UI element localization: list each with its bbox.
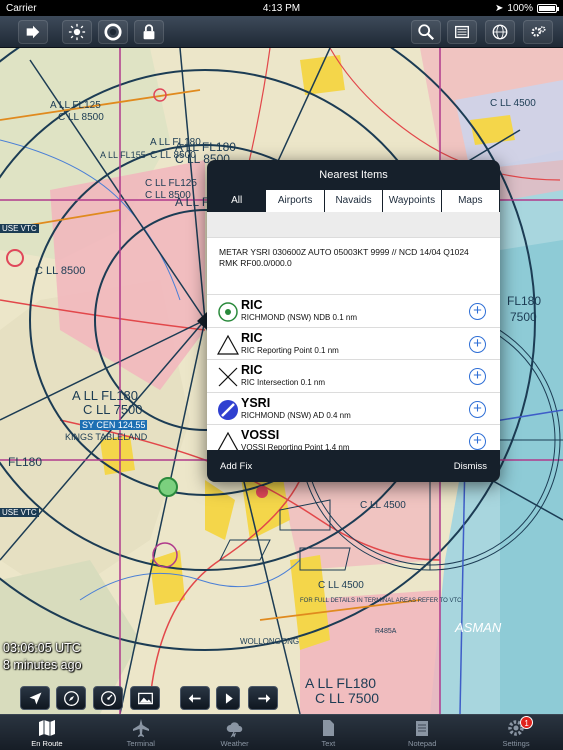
instruments-button[interactable]: [93, 686, 123, 710]
nearest-items-popover: Nearest Items All Airports Navaids Waypo…: [207, 160, 500, 482]
add-item-button[interactable]: +: [469, 368, 486, 385]
ndb-icon: [218, 302, 238, 322]
search-icon: [418, 24, 434, 40]
aerodrome-icon: [218, 399, 238, 420]
popover-title: Nearest Items: [319, 169, 388, 181]
top-toolbar: [0, 16, 563, 48]
lock-icon: [143, 24, 155, 40]
sidebar-toggle-button[interactable]: [18, 20, 48, 44]
compass-button[interactable]: [56, 686, 86, 710]
tab-airports[interactable]: Airports: [265, 190, 323, 212]
globe-button[interactable]: [485, 20, 515, 44]
track-up-button[interactable]: [20, 686, 50, 710]
reporting-point-icon: [217, 334, 239, 355]
layers-icon: [455, 25, 469, 39]
item-ident: RIC: [241, 298, 263, 312]
tab-terminal[interactable]: Terminal: [94, 715, 188, 750]
dismiss-button[interactable]: Dismiss: [454, 461, 487, 472]
brightness-button[interactable]: [62, 20, 92, 44]
sidebar-toggle-icon: [26, 25, 40, 39]
battery-icon: [537, 3, 559, 13]
notepad-icon: [416, 721, 429, 736]
tab-label: Text: [321, 739, 336, 748]
list-item[interactable]: VOSSI VOSSI Reporting Point 1.4 nm +: [207, 425, 500, 450]
item-description: RICHMOND (NSW) AD 0.4 nm: [241, 410, 351, 420]
tab-settings[interactable]: 1 Settings: [469, 715, 563, 750]
compass-icon: [63, 690, 79, 706]
play-button[interactable]: [216, 686, 240, 710]
item-description: RIC Reporting Point 0.1 nm: [241, 345, 339, 355]
location-arrow-icon: [29, 692, 41, 704]
layers-button[interactable]: [447, 20, 477, 44]
lifebuoy-icon: [104, 23, 122, 41]
filter-segmented-control: All Airports Navaids Waypoints Maps: [207, 190, 500, 212]
back-button[interactable]: [180, 686, 210, 710]
tab-waypoints[interactable]: Waypoints: [382, 190, 440, 212]
tab-maps[interactable]: Maps: [440, 190, 499, 212]
tab-label: En Route: [31, 739, 63, 748]
metar-text: METAR YSRI 030600Z AUTO 05003KT 9999 // …: [207, 238, 500, 295]
utc-age: 8 minutes ago: [3, 658, 82, 672]
list-item[interactable]: RIC RIC Reporting Point 0.1 nm +: [207, 328, 500, 360]
settings-badge: 1: [520, 716, 534, 729]
list-item[interactable]: RIC RICHMOND (NSW) NDB 0.1 nm +: [207, 295, 500, 328]
map-icon: [38, 720, 55, 736]
tab-en-route[interactable]: En Route: [0, 715, 94, 750]
help-button[interactable]: [98, 20, 128, 44]
add-item-button[interactable]: +: [469, 335, 486, 353]
add-item-button[interactable]: +: [469, 400, 486, 418]
tab-notepad[interactable]: Notepad: [375, 715, 469, 750]
add-item-button[interactable]: +: [469, 433, 486, 450]
search-button[interactable]: [411, 20, 441, 44]
tab-all[interactable]: All: [208, 190, 266, 212]
globe-icon: [492, 24, 508, 40]
item-ident: RIC: [241, 363, 263, 377]
location-status-icon: ➤: [495, 2, 504, 14]
tab-weather[interactable]: Weather: [188, 715, 282, 750]
cloud-icon: [226, 722, 242, 738]
popover-footer: Add Fix Dismiss: [207, 450, 500, 482]
item-ident: VOSSI: [241, 428, 280, 442]
popover-arrow: [197, 312, 207, 330]
add-fix-button[interactable]: Add Fix: [220, 461, 252, 472]
document-icon: [323, 720, 335, 736]
battery-percent: 100%: [507, 2, 533, 14]
weather-timestamp: 03:06:05 UTC 8 minutes ago: [3, 640, 82, 674]
item-ident: YSRI: [241, 395, 271, 410]
item-description: VOSSI Reporting Point 1.4 nm: [241, 443, 350, 450]
nearest-list[interactable]: METAR YSRI 030600Z AUTO 05003KT 9999 // …: [207, 212, 500, 450]
tab-bar: En Route Terminal Weather Text Notepad 1…: [0, 714, 563, 750]
tab-label: Settings: [502, 739, 530, 748]
item-ident: RIC: [241, 330, 263, 345]
gauge-icon: [100, 690, 116, 706]
settings-button[interactable]: [523, 20, 553, 44]
play-icon: [225, 692, 233, 704]
list-item[interactable]: YSRI RICHMOND (NSW) AD 0.4 nm +: [207, 393, 500, 425]
item-description: RICHMOND (NSW) NDB 0.1 nm: [241, 313, 358, 322]
brightness-icon: [68, 23, 86, 41]
tab-label: Notepad: [408, 739, 437, 748]
carrier-label: Carrier: [6, 2, 37, 14]
reporting-point-icon: [217, 431, 239, 450]
intersection-icon: [218, 367, 238, 387]
image-button[interactable]: [130, 686, 160, 710]
tab-text[interactable]: Text: [281, 715, 375, 750]
image-icon: [137, 692, 153, 704]
lock-button[interactable]: [134, 20, 164, 44]
tab-label: Terminal: [126, 739, 155, 748]
status-time: 4:13 PM: [262, 2, 301, 14]
utc-time: 03:06:05 UTC: [3, 641, 81, 655]
list-header-strip: [207, 212, 500, 238]
airplane-icon: [132, 719, 149, 737]
forward-button[interactable]: [248, 686, 278, 710]
tab-label: Weather: [220, 739, 249, 748]
settings-icon: [531, 26, 546, 37]
tab-navaids[interactable]: Navaids: [323, 190, 382, 212]
item-description: RIC Intersection 0.1 nm: [241, 378, 326, 387]
add-item-button[interactable]: +: [469, 303, 486, 320]
status-bar: Carrier 4:13 PM ➤ 100%: [0, 0, 563, 16]
list-item[interactable]: RIC RIC Intersection 0.1 nm +: [207, 360, 500, 393]
back-arrow-icon: [188, 693, 201, 703]
forward-arrow-icon: [257, 693, 270, 703]
